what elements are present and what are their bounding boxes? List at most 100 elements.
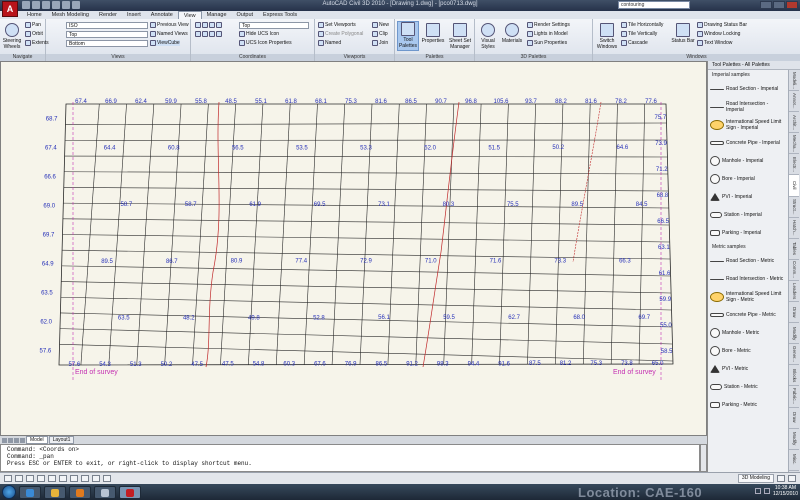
tab-manage[interactable]: Manage [202,11,232,19]
tab-express-tools[interactable]: Express Tools [258,11,302,19]
tab-render[interactable]: Render [94,11,122,19]
palette-tab[interactable]: Leaders [789,281,799,303]
dyn-icon[interactable] [81,475,89,482]
undo-icon[interactable] [52,1,60,9]
survey-grid-drawing[interactable]: End of survey End of survey 67.4 66.9 62.4 59… [1,62,707,436]
clean-screen-icon[interactable] [788,475,796,482]
start-button[interactable] [2,485,16,499]
prev-tab-arrow[interactable] [8,437,13,443]
taskbar-app[interactable] [94,485,116,499]
plot-icon[interactable] [72,1,80,9]
taskbar-autocad[interactable] [119,485,141,499]
palette-tool-item[interactable]: Concrete Pipe - Metric [708,306,788,324]
window-locking-button[interactable]: Window Locking [697,31,740,37]
palette-tool-item[interactable]: PVI - Imperial [708,188,788,206]
pan-button[interactable]: Pan [25,22,41,28]
palette-tool-item[interactable]: Station - Imperial [708,206,788,224]
palette-tab[interactable]: Modeli... [789,70,799,92]
palette-tool-item[interactable]: Parking - Imperial [708,224,788,242]
workspace-switch[interactable]: 3D Modeling [737,474,774,483]
materials-button[interactable]: Materials [501,23,523,44]
palette-tab[interactable]: Draw [789,408,799,429]
palette-tab[interactable]: Draw [789,302,799,324]
palette-tab[interactable]: Blocks [789,365,799,387]
join-viewport-button[interactable]: Join [372,40,388,46]
view-combo-1[interactable]: ISO [66,22,148,29]
ucs-combo[interactable]: Top [239,22,309,29]
palette-tab[interactable]: Gener... [789,344,799,366]
next-tab-arrow[interactable] [14,437,19,443]
taskbar-ie[interactable] [19,485,41,499]
tab-mesh-modeling[interactable]: Mesh Modeling [47,11,94,19]
palette-tab[interactable]: Annot... [789,91,799,113]
palette-tab[interactable]: Misc. [789,450,799,471]
tab-output[interactable]: Output [232,11,259,19]
search-input[interactable]: contouring [618,1,690,9]
ucs-tools-2[interactable] [195,31,222,37]
tab-model[interactable]: Model [26,436,48,444]
palette-tool-item[interactable]: International Speed Limit Sign - Metric [708,288,788,306]
tool-palettes-button[interactable]: Tool Palettes [397,21,419,51]
sheet-set-manager-button[interactable]: Sheet Set Manager [447,23,473,50]
orbit-button[interactable]: Orbit [25,31,43,37]
application-menu-button[interactable]: A [2,1,18,17]
lineweight-icon[interactable] [92,475,100,482]
drawing-viewport[interactable]: End of survey End of survey 67.4 66.9 62.4 59… [0,61,707,436]
view-combo-3[interactable]: Bottom [66,40,148,47]
palette-tool-item[interactable]: International Speed Limit Sign - Imperia… [708,116,788,134]
ucs-icon-properties-button[interactable]: UCS Icon Properties [239,40,292,46]
cascade-button[interactable]: Cascade [621,40,648,46]
ducs-icon[interactable] [70,475,78,482]
new-viewport-button[interactable]: New [372,22,389,28]
visual-styles-button[interactable]: Visual Styles [477,23,499,50]
taskbar-explorer[interactable] [44,485,66,499]
palette-tool-item[interactable]: Road Intersection - Metric [708,270,788,288]
grid-icon[interactable] [15,475,23,482]
status-bar-button[interactable]: Status Bar [671,23,695,44]
palette-tab[interactable]: Struct... [789,197,799,218]
tile-horizontally-button[interactable]: Tile Horizontally [621,22,663,28]
text-window-button[interactable]: Text Window [697,40,732,46]
set-viewports-button[interactable]: Set Viewports [318,22,356,28]
close-button[interactable] [786,1,798,9]
palette-tab[interactable]: Electr... [789,154,799,176]
tab-home[interactable]: Home [22,11,47,19]
sun-properties-button[interactable]: Sun Properties [527,40,567,46]
palette-tool-item[interactable]: Road Section - Imperial [708,80,788,98]
palette-tab[interactable]: Tables [789,239,799,260]
named-views-button[interactable]: Named Views [150,31,188,37]
palette-tab[interactable]: Archit... [789,112,799,134]
lights-in-model-button[interactable]: Lights in Model [527,31,568,37]
palette-tab[interactable]: Modify [789,429,799,450]
ortho-icon[interactable] [26,475,34,482]
save-icon[interactable] [42,1,50,9]
last-tab-arrow[interactable] [20,437,25,443]
palette-tab[interactable]: Mecha... [789,133,799,155]
lock-toolbar-icon[interactable] [777,475,785,482]
otrack-icon[interactable] [59,475,67,482]
palette-tool-item[interactable]: Parking - Metric [708,396,788,414]
command-line[interactable]: Command: <Coords on> Command: _pan Press… [0,444,700,472]
taskbar-media[interactable] [69,485,91,499]
palette-tool-item[interactable]: Concrete Pipe - Imperial [708,134,788,152]
tab-insert[interactable]: Insert [122,11,146,19]
command-scrollbar[interactable] [700,444,707,472]
quick-properties-icon[interactable] [103,475,111,482]
view-combo-2[interactable]: Top [66,31,148,38]
tab-view[interactable]: View [177,11,202,19]
render-settings-button[interactable]: Render Settings [527,22,570,28]
viewcube-button[interactable]: ViewCube [150,40,180,46]
new-icon[interactable] [22,1,30,9]
network-icon[interactable] [754,488,761,494]
palette-tool-item[interactable]: Manhole - Imperial [708,152,788,170]
palette-tab[interactable]: Civil [789,175,799,197]
palette-tab[interactable]: Modify [789,323,799,345]
tile-vertically-button[interactable]: Tile Vertically [621,31,657,37]
palette-tab[interactable]: Hatch... [789,218,799,239]
palette-tab[interactable]: Comm... [789,260,799,281]
palette-tool-item[interactable]: Road Section - Metric [708,252,788,270]
palette-tab[interactable]: Fabric... [789,386,799,408]
drawing-status-bar-button[interactable]: Drawing Status Bar [697,22,747,28]
properties-button[interactable]: Properties [421,23,445,44]
palette-tool-item[interactable]: Manhole - Metric [708,324,788,342]
